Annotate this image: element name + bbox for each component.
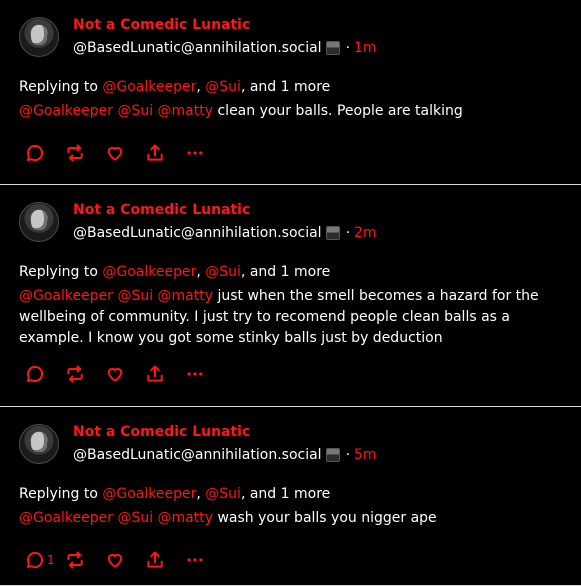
mention-link[interactable]: @Goalkeeper <box>102 486 196 502</box>
handle[interactable]: @BasedLunatic@annihilation.social <box>73 447 322 463</box>
mention-link[interactable]: @Sui <box>117 103 153 119</box>
more-icon <box>187 558 203 562</box>
post: Not a Comedic Lunatic @BasedLunatic@anni… <box>0 0 581 185</box>
heart-icon <box>107 553 123 568</box>
instance-avatar-icon <box>325 226 340 240</box>
more-button[interactable] <box>185 549 225 571</box>
timestamp[interactable]: 5m <box>354 447 377 463</box>
share-button[interactable] <box>145 549 185 571</box>
mention-link[interactable]: @matty <box>158 510 213 526</box>
replying-separator: , <box>196 79 206 95</box>
avatar[interactable] <box>19 17 59 57</box>
reply-count: 1 <box>47 553 55 567</box>
post: Not a Comedic Lunatic @BasedLunatic@anni… <box>0 407 581 586</box>
like-button[interactable] <box>105 549 145 571</box>
mention-link[interactable]: @matty <box>158 103 213 119</box>
share-icon <box>147 551 163 568</box>
separator-dot: · <box>345 225 351 241</box>
repeat-button[interactable] <box>65 363 105 385</box>
replying-suffix[interactable]: , and 1 more <box>241 264 330 280</box>
like-button[interactable] <box>105 142 145 164</box>
repeat-icon <box>67 551 83 569</box>
mention-link[interactable]: @matty <box>158 288 213 304</box>
replying-suffix[interactable]: , and 1 more <box>241 79 330 95</box>
handle-row: @BasedLunatic@annihilation.social · 2m <box>73 225 377 241</box>
mention-link[interactable]: @Sui <box>117 288 153 304</box>
avatar[interactable] <box>19 424 59 464</box>
heart-icon <box>107 367 123 382</box>
mention-link[interactable]: @Goalkeeper <box>19 288 113 304</box>
more-icon <box>187 151 203 155</box>
separator-dot: · <box>345 40 351 56</box>
reply-icon <box>26 551 44 569</box>
mention-link[interactable]: @Goalkeeper <box>102 264 196 280</box>
post-text: @Goalkeeper @Sui @matty clean your balls… <box>19 101 559 122</box>
mention-link[interactable]: @Goalkeeper <box>102 79 196 95</box>
replying-prefix: Replying to <box>19 79 103 95</box>
replying-to: Replying to @Goalkeeper, @Sui, and 1 mor… <box>19 79 330 95</box>
instance-avatar-icon <box>325 41 340 55</box>
share-icon <box>147 144 163 161</box>
replying-to: Replying to @Goalkeeper, @Sui, and 1 mor… <box>19 264 330 280</box>
handle[interactable]: @BasedLunatic@annihilation.social <box>73 225 322 241</box>
replying-to: Replying to @Goalkeeper, @Sui, and 1 mor… <box>19 486 330 502</box>
share-button[interactable] <box>145 363 185 385</box>
post-body: clean your balls. People are talking <box>213 103 463 119</box>
share-icon <box>147 365 163 382</box>
replying-separator: , <box>196 264 206 280</box>
reply-button[interactable] <box>25 142 65 164</box>
handle[interactable]: @BasedLunatic@annihilation.social <box>73 40 322 56</box>
reply-button[interactable]: 1 <box>25 549 65 571</box>
repeat-icon <box>67 365 83 383</box>
post-text: @Goalkeeper @Sui @matty just when the sm… <box>19 286 559 349</box>
replying-prefix: Replying to <box>19 486 103 502</box>
action-bar <box>25 363 225 385</box>
handle-row: @BasedLunatic@annihilation.social · 1m <box>73 40 377 56</box>
share-button[interactable] <box>145 142 185 164</box>
avatar[interactable] <box>19 202 59 242</box>
mention-link[interactable]: @Sui <box>205 486 241 502</box>
post-body: wash your balls you nigger ape <box>213 510 437 526</box>
mention-link[interactable]: @Sui <box>205 264 241 280</box>
display-name[interactable]: Not a Comedic Lunatic <box>73 202 250 218</box>
post: Not a Comedic Lunatic @BasedLunatic@anni… <box>0 185 581 407</box>
replying-suffix[interactable]: , and 1 more <box>241 486 330 502</box>
action-bar <box>25 142 225 164</box>
mention-link[interactable]: @Sui <box>117 510 153 526</box>
repeat-button[interactable] <box>65 142 105 164</box>
display-name[interactable]: Not a Comedic Lunatic <box>73 17 250 33</box>
repeat-icon <box>67 144 83 162</box>
action-bar: 1 <box>25 549 225 571</box>
more-button[interactable] <box>185 363 225 385</box>
reply-icon <box>26 365 44 383</box>
mention-link[interactable]: @Sui <box>205 79 241 95</box>
separator-dot: · <box>345 447 351 463</box>
like-button[interactable] <box>105 363 145 385</box>
more-icon <box>187 372 203 376</box>
reply-button[interactable] <box>25 363 65 385</box>
more-button[interactable] <box>185 142 225 164</box>
reply-icon <box>26 144 44 162</box>
handle-row: @BasedLunatic@annihilation.social · 5m <box>73 447 377 463</box>
replying-prefix: Replying to <box>19 264 103 280</box>
heart-icon <box>107 146 123 161</box>
post-text: @Goalkeeper @Sui @matty wash your balls … <box>19 508 559 529</box>
mention-link[interactable]: @Goalkeeper <box>19 510 113 526</box>
replying-separator: , <box>196 486 206 502</box>
mention-link[interactable]: @Goalkeeper <box>19 103 113 119</box>
instance-avatar-icon <box>325 448 340 462</box>
repeat-button[interactable] <box>65 549 105 571</box>
display-name[interactable]: Not a Comedic Lunatic <box>73 424 250 440</box>
timestamp[interactable]: 2m <box>354 225 377 241</box>
timestamp[interactable]: 1m <box>354 40 377 56</box>
